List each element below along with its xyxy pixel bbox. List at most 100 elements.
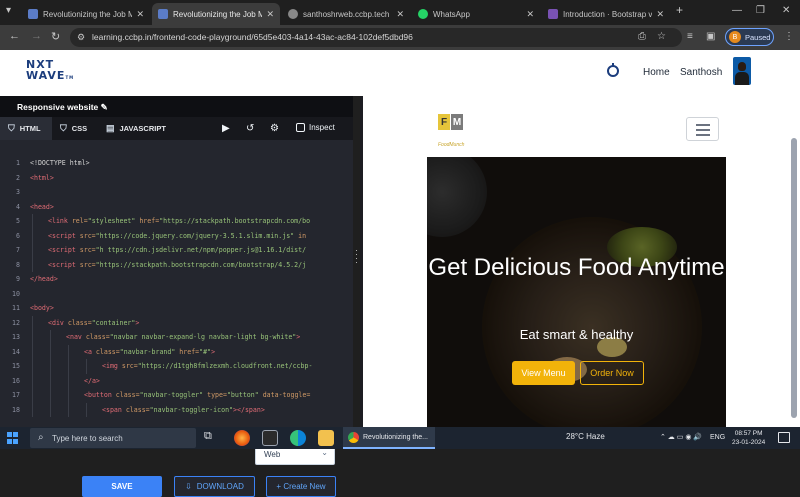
chevron-down-icon: ⌄: [321, 448, 328, 457]
reading-list-icon[interactable]: ≡: [687, 31, 693, 42]
line-number: 18: [12, 405, 20, 414]
site-info-icon[interactable]: ⚙: [77, 32, 85, 43]
install-app-icon[interactable]: ⎙: [638, 31, 646, 42]
code-line[interactable]: 14 <a class="navbar-brand" href="#">: [0, 344, 350, 359]
side-panel-icon[interactable]: ▣: [706, 31, 715, 42]
hero-subheading: Eat smart & healthy: [519, 327, 634, 342]
close-tab-icon[interactable]: ✕: [526, 9, 534, 20]
close-tab-icon[interactable]: ✕: [656, 9, 664, 20]
restore-icon[interactable]: ❐: [756, 5, 765, 16]
navbar-toggler-button[interactable]: [686, 117, 719, 141]
weather-widget[interactable]: 28°C Haze: [566, 432, 605, 441]
reload-icon[interactable]: ↻: [51, 30, 60, 43]
preview-scrollbar[interactable]: [791, 136, 797, 421]
edge-icon[interactable]: [290, 430, 306, 446]
firefox-icon[interactable]: [234, 430, 250, 446]
whatsapp-icon: [418, 9, 428, 19]
run-icon[interactable]: ▶: [222, 123, 230, 134]
resize-handle[interactable]: · · · ·: [355, 246, 358, 267]
download-button[interactable]: ⇩ DOWNLOAD: [174, 476, 255, 497]
code-line[interactable]: 12 <div class="container">: [0, 315, 350, 330]
pencil-icon: ✎: [100, 102, 108, 112]
code-line[interactable]: 13 <nav class="navbar navbar-expand-lg na…: [0, 330, 350, 345]
globe-icon: [288, 9, 298, 19]
windows-start-icon[interactable]: [7, 432, 19, 444]
code-line[interactable]: 7 <script src="h ttps://cdn.jsdelivr.net/…: [0, 243, 350, 258]
download-icon: ⇩: [185, 482, 192, 491]
code-line[interactable]: 18 <span class="navbar-toggler-icon"></sp…: [0, 402, 350, 417]
browser-tab-5[interactable]: Introduction · Bootstrap v4.6 ✕: [542, 3, 670, 25]
hero-heading: Get Delicious Food Anytime: [428, 254, 725, 281]
code-line[interactable]: 11 <body>: [0, 301, 350, 316]
settings-gear-icon[interactable]: ⚙: [270, 123, 279, 134]
code-line[interactable]: 4 <head>: [0, 200, 350, 215]
browser-tab-2[interactable]: Revolutionizing the Job M ✕: [152, 3, 280, 25]
nxtwave-logo[interactable]: NXT WAVETM: [26, 59, 74, 81]
close-tab-icon[interactable]: ✕: [266, 9, 274, 20]
new-tab-button[interactable]: +: [676, 3, 683, 17]
code-line[interactable]: 3: [0, 185, 350, 200]
code-line[interactable]: 5 <link rel="stylesheet" href="https://st…: [0, 214, 350, 229]
code-line[interactable]: 2 <html>: [0, 171, 350, 186]
project-title[interactable]: Responsive website ✎: [17, 102, 108, 113]
profile-button[interactable]: B Paused: [725, 28, 774, 46]
reset-icon[interactable]: ↺: [246, 123, 254, 134]
line-number: 10: [12, 289, 20, 298]
save-button[interactable]: SAVE: [82, 476, 162, 497]
minimize-icon[interactable]: —: [732, 5, 742, 16]
site-favicon-icon: [28, 9, 38, 19]
bookmark-star-icon[interactable]: ☆: [657, 31, 666, 42]
search-icon: ⌕: [38, 432, 44, 443]
code-line[interactable]: 10: [0, 287, 350, 302]
browser-tab-3[interactable]: santhoshrweb.ccbp.tech ✕: [282, 3, 410, 25]
line-number: 16: [12, 376, 20, 385]
browser-tab-1[interactable]: Revolutionizing the Job M ✕: [22, 3, 150, 25]
close-tab-icon[interactable]: ✕: [396, 9, 404, 20]
taskbar-search[interactable]: ⌕ Type here to search: [30, 428, 196, 448]
task-view-icon[interactable]: ⧉: [204, 430, 220, 446]
system-tray-icons[interactable]: ⌃ ☁ ▭ ◉ 🔊: [660, 433, 702, 441]
clock[interactable]: 08:57 PM 23-01-2024: [732, 429, 765, 447]
menu-kebab-icon[interactable]: ⋮: [784, 31, 794, 42]
browser-tab-4[interactable]: WhatsApp ✕: [412, 3, 540, 25]
code-line[interactable]: 6 <script src="https://code.jquery.com/jq…: [0, 228, 350, 243]
line-number: 4: [16, 202, 20, 211]
line-number: 7: [16, 246, 20, 254]
code-line[interactable]: 16 </a>: [0, 373, 350, 388]
tab-search-icon[interactable]: ▾: [6, 5, 11, 16]
taskbar-chrome-app[interactable]: Revolutionizing the...: [343, 427, 435, 449]
back-icon[interactable]: ←: [9, 30, 20, 42]
view-menu-button[interactable]: View Menu: [512, 361, 575, 385]
tab-html[interactable]: ⛉ HTML: [0, 117, 52, 140]
forward-icon[interactable]: →: [31, 30, 42, 42]
url-text: learning.ccbp.in/frontend-code-playgroun…: [92, 32, 413, 42]
code-line[interactable]: 9 </head>: [0, 272, 350, 287]
site-favicon-icon: [158, 9, 168, 19]
user-name[interactable]: Santhosh: [680, 67, 722, 78]
chrome-icon: [348, 432, 359, 443]
code-area[interactable]: 1 <!DOCTYPE html> 2 <html> 3 4 <head> 5 <link re…: [0, 156, 350, 417]
tab-javascript[interactable]: ▤ JAVASCRIPT: [102, 117, 182, 140]
bootstrap-icon: [548, 9, 558, 19]
timer-icon[interactable]: [607, 63, 619, 77]
address-bar[interactable]: ⚙ learning.ccbp.in/frontend-code-playgro…: [70, 28, 682, 47]
code-line[interactable]: 17 <button class="navbar-toggler" type="b…: [0, 388, 350, 403]
tab-css[interactable]: ⛉ CSS: [52, 117, 102, 140]
line-number: 15: [12, 362, 20, 370]
create-new-button[interactable]: + Create New: [266, 476, 336, 497]
line-number: 9: [16, 275, 20, 283]
avatar[interactable]: [733, 57, 751, 85]
code-line[interactable]: 1 <!DOCTYPE html>: [0, 156, 350, 171]
home-link[interactable]: Home: [643, 67, 670, 78]
code-line[interactable]: 15 <img src="https://d1tgh8fmlzexmh.cloud…: [0, 359, 350, 374]
inspect-toggle[interactable]: Inspect: [296, 123, 335, 132]
code-line[interactable]: 8 <script src="https://stackpath.bootstra…: [0, 257, 350, 272]
file-explorer-icon[interactable]: [318, 430, 334, 446]
inspect-checkbox[interactable]: [296, 123, 305, 132]
language-indicator[interactable]: ENG: [710, 434, 725, 441]
close-tab-icon[interactable]: ✕: [136, 9, 144, 20]
capcut-icon[interactable]: [262, 430, 278, 446]
order-now-button[interactable]: Order Now: [580, 361, 644, 385]
notifications-icon[interactable]: [778, 432, 790, 443]
close-window-icon[interactable]: ✕: [782, 5, 790, 16]
